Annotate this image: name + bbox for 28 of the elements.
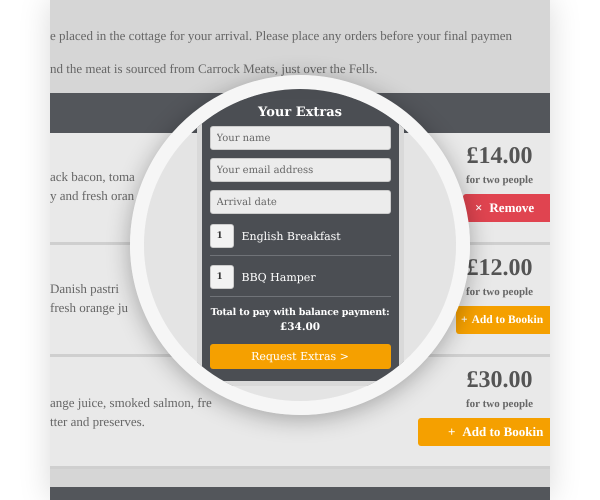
extra-name: English Breakfast [242,230,341,242]
intro-paragraph: e placed in the cottage for your arrival. Please place any orders before your final paymen [50,27,514,45]
add-to-booking-button[interactable]: + Add to Bookin [418,418,550,446]
remove-button[interactable]: × Remove [463,194,550,222]
product-price: £30.00 [466,367,534,394]
quantity-field[interactable]: 1 [210,265,234,289]
product-description: ack bacon, toma [50,168,135,186]
input-field[interactable]: Your name [210,126,390,150]
total-label: Total to pay with balance payment: [210,307,390,318]
quantity-field[interactable]: 1 [210,224,234,248]
product-price: £14.00 [466,143,534,170]
product-description: fresh orange ju [50,299,128,317]
price-note: for two people [464,174,534,186]
product-description: Danish pastri [50,280,119,298]
total-amount: £34.00 [280,321,320,333]
price-note: for two people [464,398,534,410]
extra-name: BBQ Hamper [242,270,316,284]
request-extras-button[interactable]: Request Extras > [210,344,390,369]
intro-paragraph: nd the meat is sourced from Carrock Meats, just over the Fells. [50,60,378,78]
input-field[interactable]: Arrival date [210,190,390,214]
add-to-booking-button[interactable]: + Add to Bookin [456,306,550,334]
input-field[interactable]: Your email address [210,158,390,182]
product-description: ange juice, smoked salmon, fre [50,394,212,412]
product-description: y and fresh oran [50,187,134,205]
product-price: £12.00 [466,255,534,282]
price-note: for two people [464,286,534,298]
panel-title: Your Extras [258,105,342,120]
product-description: tter and preserves. [50,413,145,431]
